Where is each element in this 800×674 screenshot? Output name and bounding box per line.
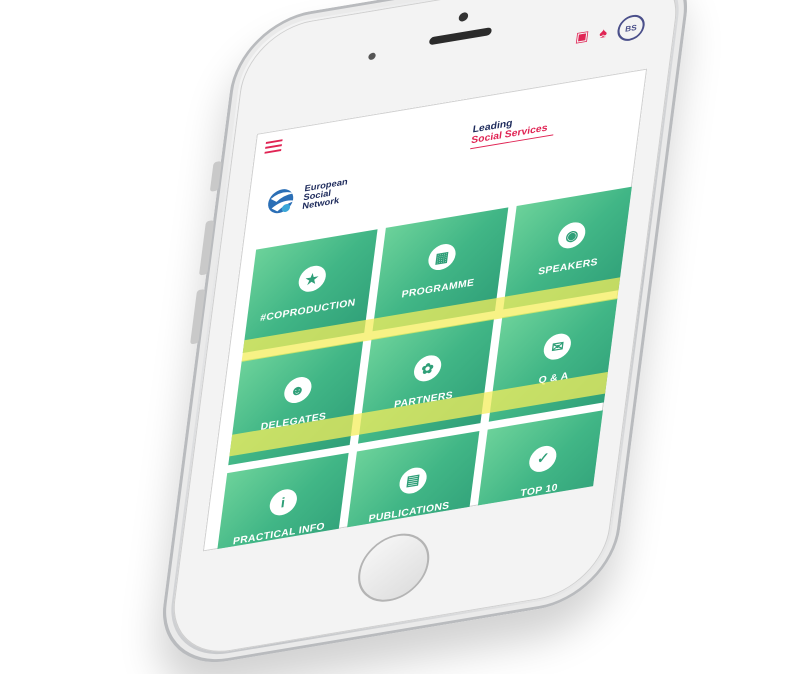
tile-delegates[interactable]: ☻ DELEGATES <box>228 340 364 465</box>
hamburger-menu-icon[interactable] <box>264 139 283 157</box>
calendar-icon: ▦ <box>426 242 458 273</box>
brand-name: European Social Network <box>302 176 349 211</box>
tile-label: PROGRAMME <box>400 277 475 301</box>
tile-partners[interactable]: ✿ PARTNERS <box>358 319 494 444</box>
home-button[interactable] <box>354 528 434 608</box>
tile-qa[interactable]: ✉ Q & A <box>488 297 624 422</box>
menu-bar <box>265 144 282 149</box>
smartphone: European Social Network Leading Social S… <box>154 0 696 674</box>
esn-logo-mark <box>264 185 299 218</box>
bell-icon[interactable]: ♠ <box>598 24 608 41</box>
tile-top-10[interactable]: ✓ TOP 10 <box>473 408 610 534</box>
tile-label: PUBLICATIONS <box>367 500 451 525</box>
tile-practical-info[interactable]: i PRACTICAL INFO <box>213 452 350 552</box>
menu-bar <box>265 139 283 144</box>
tile-speakers[interactable]: ◉ SPEAKERS <box>502 185 639 310</box>
tile-label: PARTNERS <box>393 390 454 412</box>
tile-publications[interactable]: ▤ PUBLICATIONS <box>343 430 480 552</box>
handshake-icon: ✿ <box>412 353 443 384</box>
tile-label: Q & A <box>537 371 570 387</box>
chat-bubbles-icon: ✉ <box>542 331 573 363</box>
info-icon: i <box>267 487 299 518</box>
tile-label: DELEGATES <box>259 411 327 434</box>
menu-bar <box>264 149 282 154</box>
tile-label: #COPRODUCTION <box>259 297 357 325</box>
app-screen: European Social Network Leading Social S… <box>202 68 648 552</box>
tile-label: PRACTICAL INFO <box>232 521 326 548</box>
checklist-icon: ✓ <box>528 443 559 474</box>
front-camera <box>458 11 469 23</box>
earpiece-speaker <box>428 27 493 46</box>
star-icon: ★ <box>296 263 328 295</box>
tile-label: TOP 10 <box>519 482 559 500</box>
scene: European Social Network Leading Social S… <box>0 0 800 674</box>
chat-icon[interactable]: ▣ <box>574 27 590 45</box>
tile-programme[interactable]: ▦ PROGRAMME <box>372 207 508 332</box>
avatar[interactable]: BS <box>615 12 647 43</box>
microphone-icon: ◉ <box>556 220 588 251</box>
document-icon: ▤ <box>397 465 429 496</box>
tile-label: SPEAKERS <box>537 257 599 278</box>
proximity-sensor <box>367 52 377 61</box>
tile-coproduction[interactable]: ★ #COPRODUCTION <box>242 229 378 354</box>
event-tagline: Leading Social Services <box>470 111 556 150</box>
brand-logo: European Social Network <box>264 176 348 217</box>
people-icon: ☻ <box>282 375 313 406</box>
menu-tile-grid: ★ #COPRODUCTION ▦ PROGRAMME ◉ SPEAKERS ☻… <box>213 185 639 552</box>
